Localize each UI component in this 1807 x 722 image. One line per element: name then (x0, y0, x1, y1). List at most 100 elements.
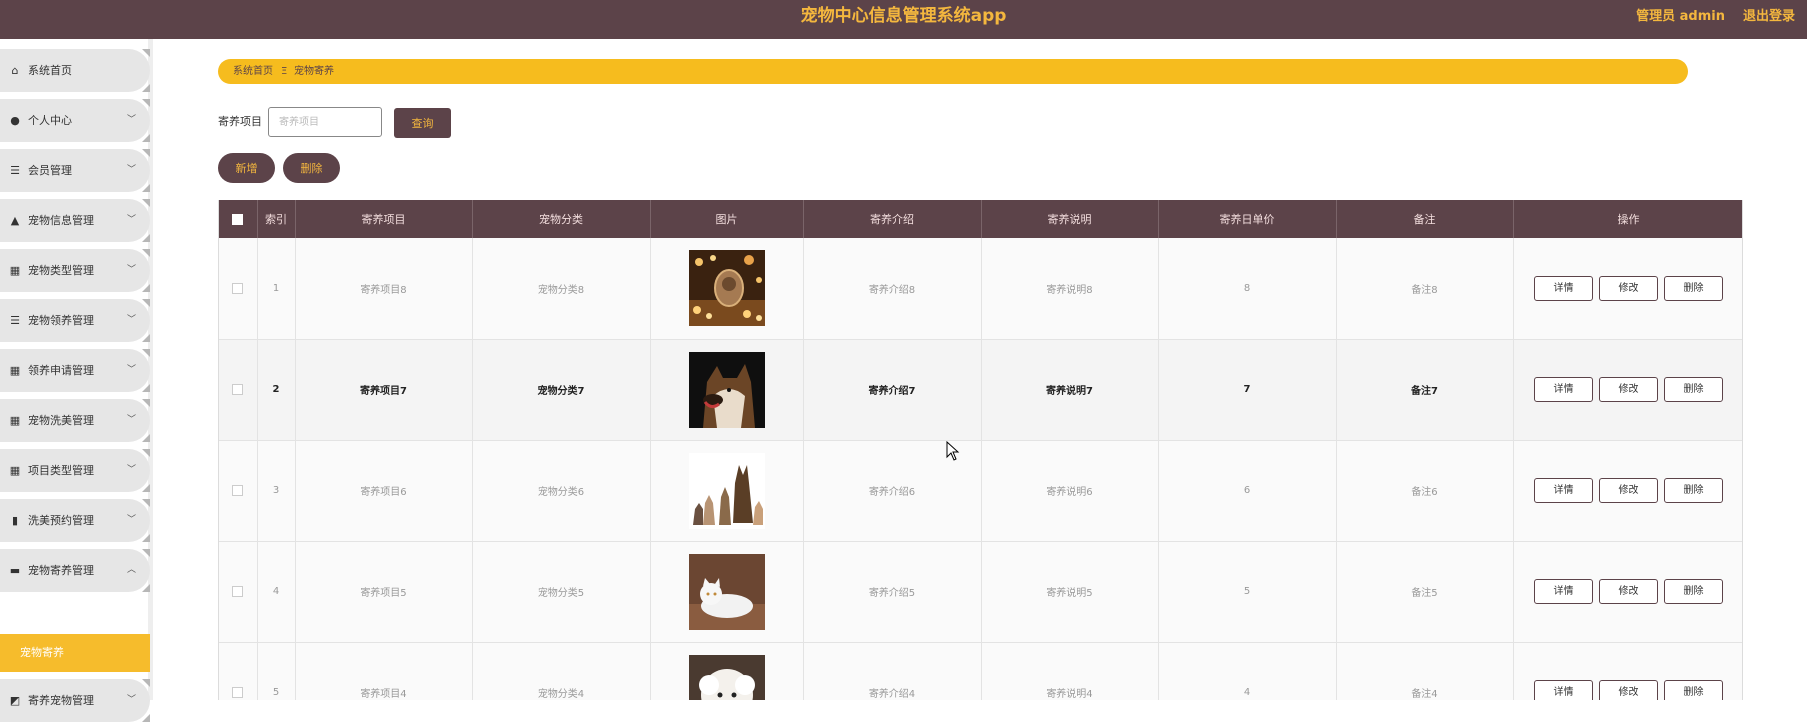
cell-index: 5 (257, 642, 296, 700)
sidebar-item-pet-type[interactable]: ▦ 宠物类型管理 ﹀ (0, 249, 150, 292)
sidebar-item-adoption-application[interactable]: ▦ 领养申请管理 ﹀ (0, 349, 150, 392)
app-title: 宠物中心信息管理系统app (800, 6, 1007, 26)
row-checkbox[interactable] (232, 484, 244, 496)
add-button[interactable]: 新增 (218, 153, 275, 183)
cell-category: 宠物分类8 (472, 238, 651, 340)
list-icon: ☰ (10, 164, 20, 177)
sidebar-item-pet-grooming[interactable]: ▦ 宠物洗美管理 ﹀ (0, 399, 150, 442)
sidebar-item-grooming-booking[interactable]: ▮ 洗美预约管理 ﹀ (0, 499, 150, 542)
table-row: 4 寄养项目5 宠物分类5 寄养介绍5 寄养说明5 5 备注5 详情 修改 删除 (219, 541, 1742, 643)
row-delete-button[interactable]: 删除 (1664, 275, 1723, 301)
monitor-icon: ▬ (9, 564, 21, 577)
cell-item: 寄养项目5 (295, 541, 473, 643)
row-checkbox[interactable] (232, 282, 244, 294)
detail-button[interactable]: 详情 (1534, 377, 1593, 402)
column-header-actions: 操作 (1513, 200, 1742, 238)
sidebar-item-label: 宠物领养管理 (28, 314, 94, 327)
chart-icon: ◩ (9, 694, 21, 707)
sidebar-subitem-pet-boarding[interactable]: 宠物寄养 (0, 634, 150, 672)
cell-index: 2 (257, 339, 296, 441)
cell-description: 寄养说明6 (981, 440, 1159, 542)
chevron-down-icon: ﹀ (126, 115, 136, 125)
cell-price: 8 (1158, 238, 1337, 340)
grid-icon: ▦ (9, 464, 21, 477)
sidebar-item-pet-boarding[interactable]: ▬ 宠物寄养管理 ︿ (0, 549, 150, 592)
home-icon: ⌂ (11, 64, 19, 77)
row-delete-button[interactable]: 删除 (1664, 579, 1723, 604)
cell-price: 7 (1158, 339, 1337, 441)
sidebar-item-pet-info[interactable]: ▲ 宠物信息管理 ﹀ (0, 199, 150, 242)
cell-note: 备注8 (1336, 238, 1514, 340)
sidebar-item-pet-adoption[interactable]: ☰ 宠物领养管理 ﹀ (0, 299, 150, 342)
cell-index: 3 (257, 440, 296, 542)
edit-button[interactable]: 修改 (1599, 377, 1658, 402)
row-delete-button[interactable]: 删除 (1664, 478, 1723, 503)
data-table: 索引 寄养项目 宠物分类 图片 寄养介绍 寄养说明 寄养日单价 备注 操作 1 … (218, 200, 1743, 700)
row-checkbox[interactable] (232, 686, 244, 698)
edit-button[interactable]: 修改 (1599, 680, 1658, 700)
edit-button[interactable]: 修改 (1599, 579, 1658, 604)
table-row: 5 寄养项目4 宠物分类4 寄养介绍4 寄养说明4 4 备注4 详情 修改 删除 (219, 642, 1742, 700)
cell-category: 宠物分类4 (472, 642, 651, 700)
cell-description: 寄养说明7 (981, 339, 1159, 441)
table-row: 1 寄养项目8 宠物分类8 寄养介绍8 寄养说明8 8 备注8 详情 修改 删除 (219, 238, 1742, 340)
search-label: 寄养项目 (218, 115, 262, 128)
select-all-cell[interactable] (219, 200, 258, 238)
delete-button[interactable]: 删除 (283, 153, 340, 183)
column-header-index: 索引 (257, 200, 296, 238)
row-checkbox[interactable] (232, 383, 244, 395)
detail-button[interactable]: 详情 (1534, 680, 1593, 700)
sidebar-item-boarded-pets[interactable]: ◩ 寄养宠物管理 ﹀ (0, 679, 150, 722)
white-poodle-photo (688, 654, 765, 700)
breadcrumb-home[interactable]: 系统首页 (233, 59, 273, 84)
sidebar: ⌂ 系统首页 ● 个人中心 ﹀ ☰ 会员管理 ﹀ ▲ 宠物信息管理 ﹀ ▦ 宠物… (0, 39, 153, 722)
table-row: 3 寄养项目6 宠物分类6 寄养介绍6 寄养说明6 6 备注6 详情 修改 删除 (219, 440, 1742, 542)
cell-price: 5 (1158, 541, 1337, 643)
sidebar-item-label: 项目类型管理 (28, 464, 94, 477)
select-all-checkbox[interactable] (232, 214, 244, 225)
cell-price: 6 (1158, 440, 1337, 542)
cell-index: 1 (257, 238, 296, 340)
sidebar-item-label: 系统首页 (28, 64, 72, 77)
column-header-note: 备注 (1336, 200, 1514, 238)
row-checkbox[interactable] (232, 585, 244, 597)
row-delete-button[interactable]: 删除 (1664, 377, 1723, 402)
user-icon: ● (10, 114, 20, 127)
edit-button[interactable]: 修改 (1599, 275, 1658, 301)
detail-button[interactable]: 详情 (1534, 478, 1593, 503)
detail-button[interactable]: 详情 (1534, 275, 1593, 301)
sidebar-item-personal-center[interactable]: ● 个人中心 ﹀ (0, 99, 150, 142)
chevron-down-icon: ﹀ (126, 315, 136, 325)
admin-user-label[interactable]: 管理员 admin (1636, 0, 1725, 33)
cell-item: 寄养项目8 (295, 238, 473, 340)
table-row: 2 寄养项目7 宠物分类7 寄养介绍7 寄养说明7 7 备注7 详情 修改 删除 (219, 339, 1742, 441)
search-input[interactable] (268, 107, 382, 137)
sidebar-item-home[interactable]: ⌂ 系统首页 (0, 49, 150, 92)
sidebar-item-label: 宠物信息管理 (28, 214, 94, 227)
white-cat-photo (688, 553, 765, 630)
chevron-down-icon: ﹀ (126, 265, 136, 275)
cell-item: 寄养项目6 (295, 440, 473, 542)
search-button[interactable]: 查询 (394, 108, 451, 138)
cell-item: 寄养项目4 (295, 642, 473, 700)
husky-dog-photo (688, 351, 765, 428)
detail-button[interactable]: 详情 (1534, 579, 1593, 604)
dogs-and-cats-group-photo (688, 452, 765, 529)
column-header-category: 宠物分类 (472, 200, 651, 238)
breadcrumb-separator: Ξ (281, 66, 288, 77)
book-icon: ▮ (11, 514, 19, 527)
cell-category: 宠物分类5 (472, 541, 651, 643)
sidebar-item-project-type[interactable]: ▦ 项目类型管理 ﹀ (0, 449, 150, 492)
edit-button[interactable]: 修改 (1599, 478, 1658, 503)
logout-link[interactable]: 退出登录 (1743, 0, 1795, 33)
row-delete-button[interactable]: 删除 (1664, 680, 1723, 700)
cell-index: 4 (257, 541, 296, 643)
chevron-down-icon: ﹀ (126, 515, 136, 525)
sidebar-item-member-management[interactable]: ☰ 会员管理 ﹀ (0, 149, 150, 192)
chevron-down-icon: ﹀ (126, 215, 136, 225)
chevron-down-icon: ﹀ (126, 165, 136, 175)
thumbs-up-icon: ▲ (10, 214, 20, 227)
sidebar-subitem-label: 宠物寄养 (20, 646, 64, 659)
column-header-price: 寄养日单价 (1158, 200, 1337, 238)
cell-description: 寄养说明5 (981, 541, 1159, 643)
